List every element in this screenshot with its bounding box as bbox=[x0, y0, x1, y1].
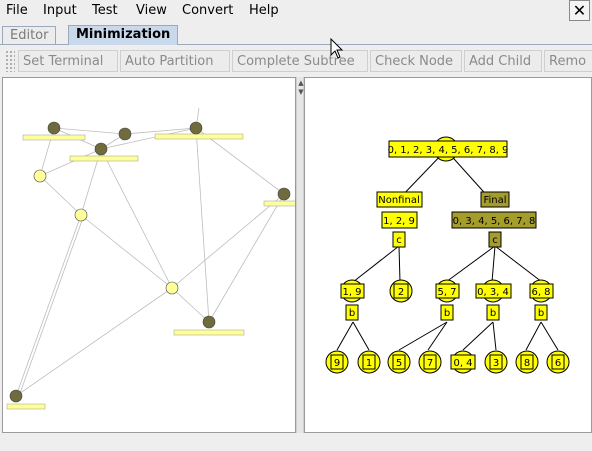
tab-minimization-label: Minimization bbox=[76, 27, 171, 42]
menu-file[interactable]: File bbox=[6, 3, 28, 18]
tab-editor-label: Editor bbox=[10, 28, 49, 43]
menu-test[interactable]: Test bbox=[92, 3, 118, 18]
minimization-tree: 0, 1, 2, 3, 4, 5, 6, 7, 8, 9 Nonfinal 1,… bbox=[325, 136, 570, 374]
tree-symbol-label: b bbox=[349, 308, 355, 319]
automaton-transitions bbox=[15, 107, 285, 397]
state-label bbox=[22, 134, 86, 141]
state-node[interactable] bbox=[189, 121, 203, 135]
remove-button[interactable]: Remo bbox=[544, 50, 592, 72]
menu-convert[interactable]: Convert bbox=[182, 3, 233, 18]
complete-subtree-button[interactable]: Complete Subtree bbox=[232, 50, 368, 72]
state-node[interactable] bbox=[74, 208, 88, 222]
tree-leaf-label: 5 bbox=[396, 358, 402, 369]
state-label bbox=[6, 403, 46, 410]
state-node[interactable] bbox=[47, 121, 61, 135]
mouse-cursor-icon bbox=[330, 38, 344, 59]
state-node[interactable] bbox=[118, 127, 132, 141]
tree-leaf-label: 7 bbox=[427, 358, 433, 369]
state-node[interactable] bbox=[277, 187, 291, 201]
status-bar bbox=[0, 434, 592, 451]
tree-node-label: 1, 9 bbox=[342, 287, 361, 298]
menu-input[interactable]: Input bbox=[43, 3, 77, 18]
tree-leaf-label: 0, 4 bbox=[453, 358, 472, 369]
auto-partition-button[interactable]: Auto Partition bbox=[120, 50, 230, 72]
minimization-tree-panel[interactable]: 0, 1, 2, 3, 4, 5, 6, 7, 8, 9 Nonfinal 1,… bbox=[304, 77, 592, 433]
tree-node-label: 6, 8 bbox=[531, 287, 550, 298]
state-node[interactable] bbox=[94, 142, 108, 156]
check-node-button[interactable]: Check Node bbox=[370, 50, 462, 72]
root-set-label: 0, 1, 2, 3, 4, 5, 6, 7, 8, 9 bbox=[388, 145, 509, 156]
final-group-label: Final bbox=[483, 195, 506, 206]
state-label bbox=[69, 155, 139, 162]
state-label bbox=[154, 133, 244, 140]
nonfinal-symbol-label: c bbox=[396, 235, 402, 246]
tab-editor[interactable]: Editor bbox=[2, 26, 57, 44]
tree-leaf-label: 3 bbox=[493, 358, 499, 369]
tab-strip: Editor Minimization bbox=[0, 24, 592, 45]
automaton-graph bbox=[6, 107, 295, 410]
final-symbol-label: c bbox=[492, 235, 498, 246]
tree-leaf-label: 1 bbox=[366, 358, 372, 369]
menu-help[interactable]: Help bbox=[249, 3, 279, 18]
tree-node-label: 0, 3, 4 bbox=[477, 287, 509, 298]
set-terminal-button[interactable]: Set Terminal bbox=[18, 50, 118, 72]
tree-leaf-label: 9 bbox=[334, 358, 340, 369]
tree-symbol-label: b bbox=[444, 308, 450, 319]
toolbar: Set Terminal Auto Partition Complete Sub… bbox=[0, 47, 592, 75]
state-node[interactable] bbox=[165, 281, 179, 295]
state-label bbox=[173, 329, 245, 336]
tree-symbol-label: b bbox=[538, 308, 544, 319]
split-divider[interactable]: ▲ ▼ bbox=[296, 77, 304, 433]
menu-bar: File Input Test View Convert Help ✕ bbox=[0, 0, 592, 23]
nonfinal-group-label: Nonfinal bbox=[378, 195, 419, 206]
menu-view[interactable]: View bbox=[136, 3, 167, 18]
final-set-label: 0, 3, 4, 5, 6, 7, 8 bbox=[453, 216, 536, 227]
close-button[interactable]: ✕ bbox=[569, 0, 590, 21]
automaton-states bbox=[9, 121, 291, 403]
automaton-panel[interactable] bbox=[2, 77, 296, 433]
close-icon: ✕ bbox=[572, 1, 587, 20]
tree-node-label: 5, 7 bbox=[437, 287, 456, 298]
state-node[interactable] bbox=[33, 169, 47, 183]
tree-leaf-label: 6 bbox=[555, 358, 561, 369]
state-node[interactable] bbox=[9, 389, 23, 403]
tree-leaf-label: 8 bbox=[524, 358, 530, 369]
tree-node-label: 2 bbox=[398, 287, 404, 298]
add-child-button[interactable]: Add Child bbox=[464, 50, 542, 72]
tab-minimization[interactable]: Minimization bbox=[68, 25, 179, 45]
toolbar-grip-icon[interactable] bbox=[5, 50, 15, 72]
state-node[interactable] bbox=[202, 315, 216, 329]
state-label bbox=[263, 200, 295, 207]
nonfinal-set-label: 1, 2, 9 bbox=[383, 216, 415, 227]
tree-symbol-label: b bbox=[490, 308, 496, 319]
